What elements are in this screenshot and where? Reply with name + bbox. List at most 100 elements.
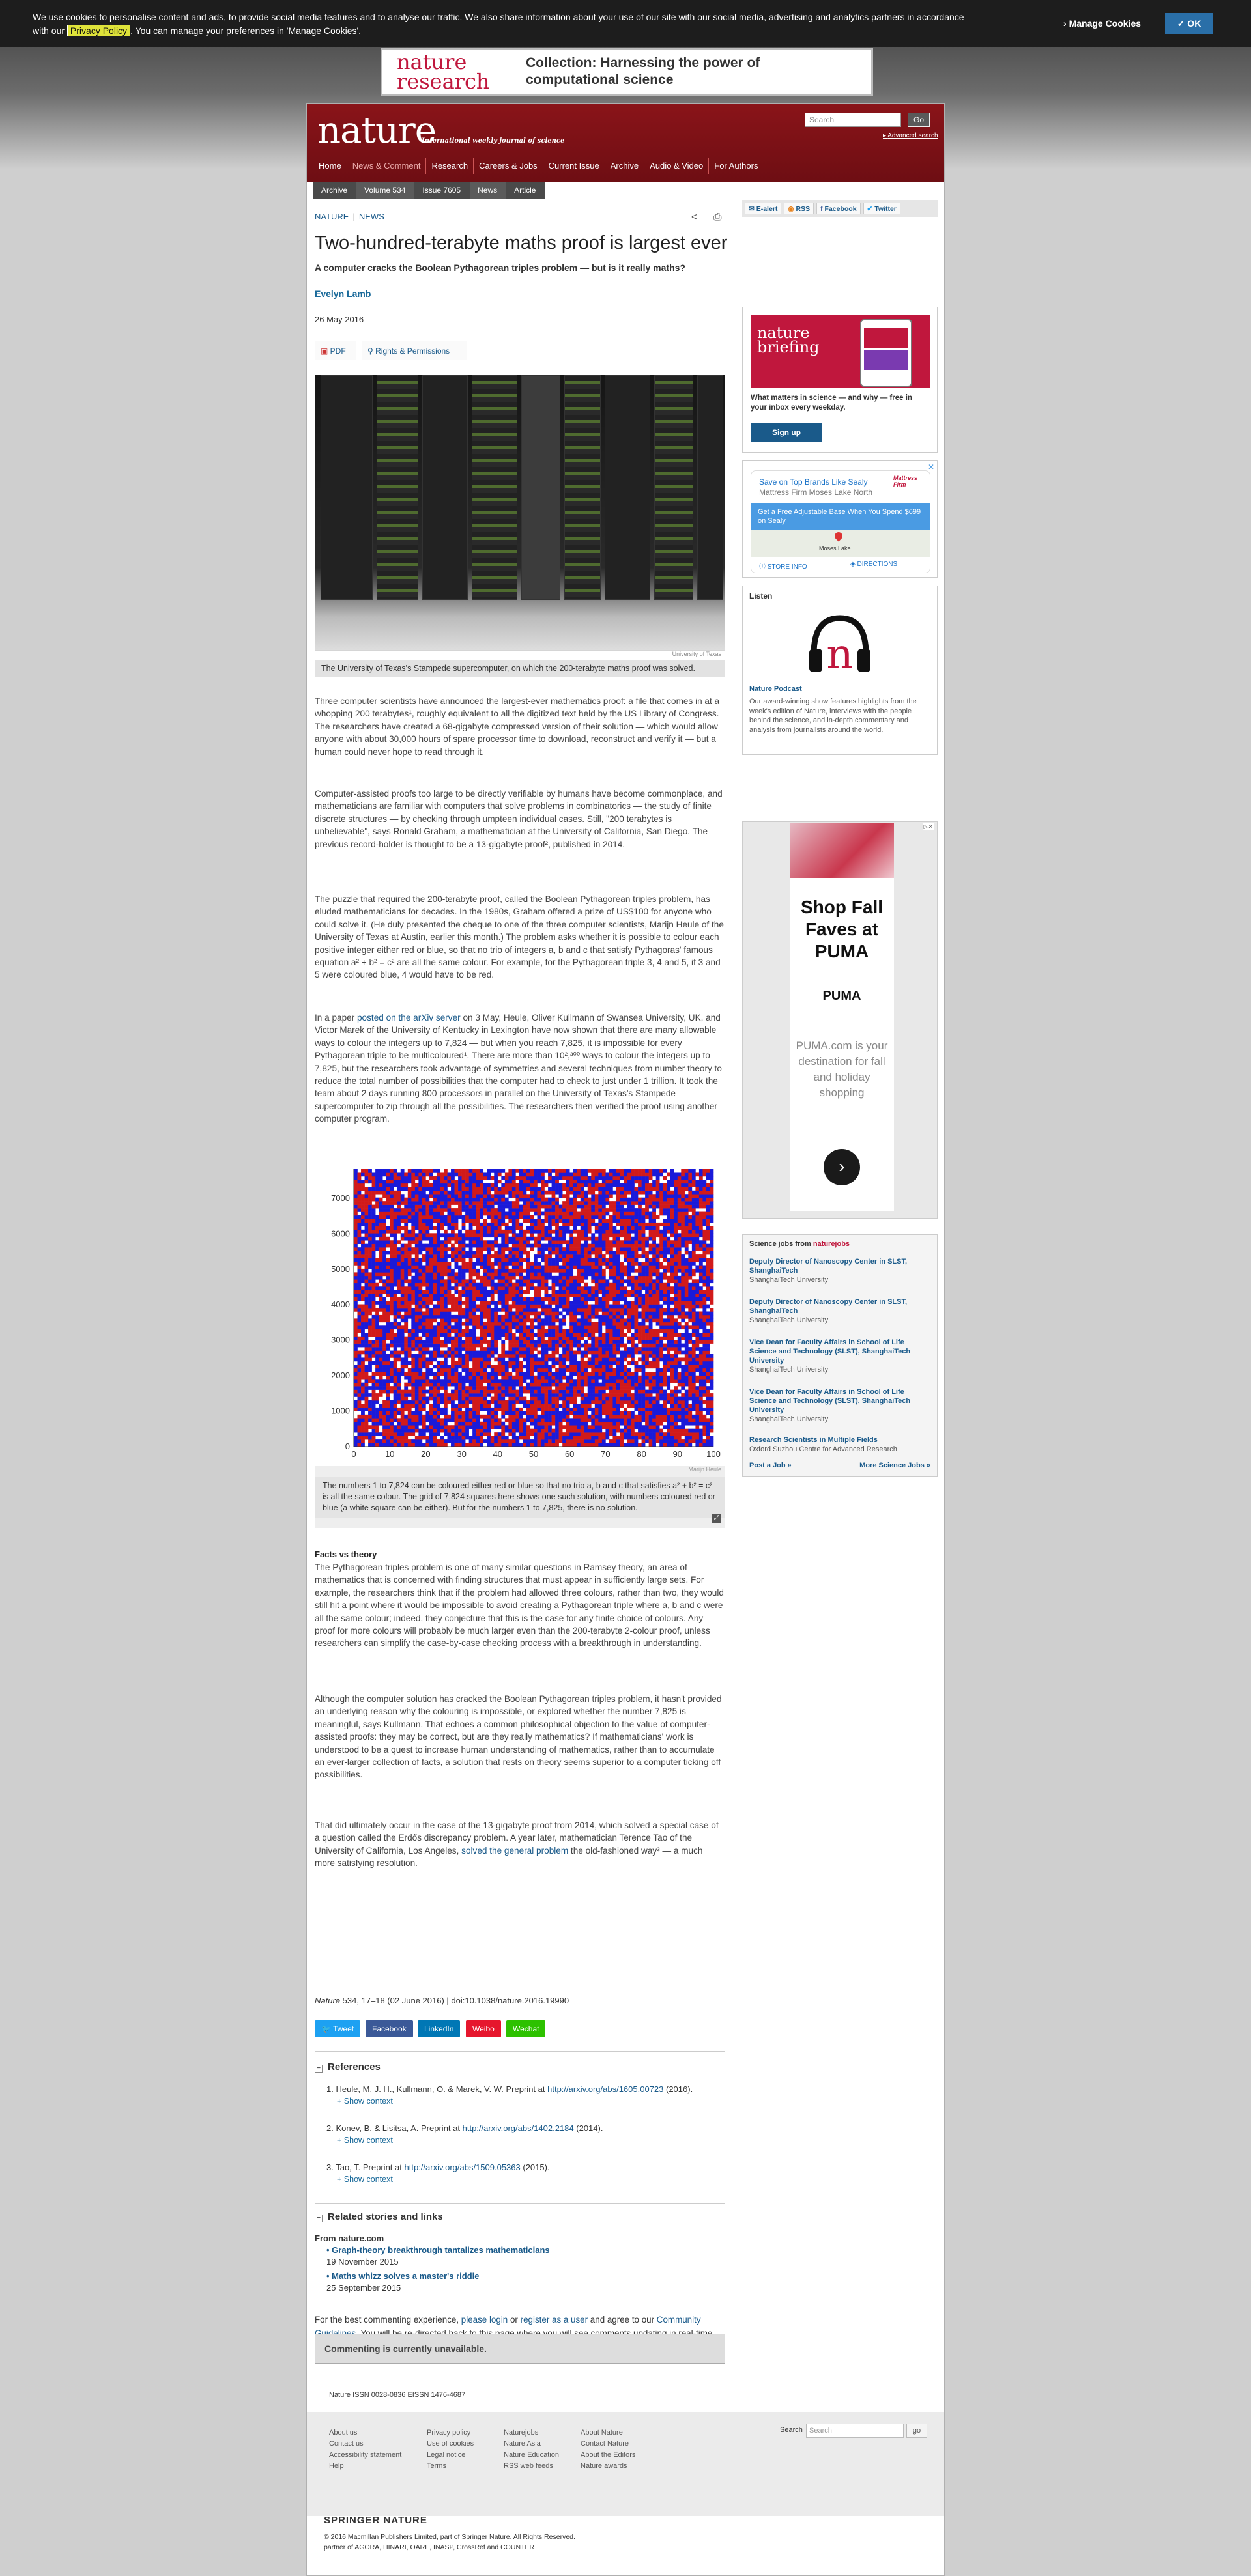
grid-cell: [634, 1325, 639, 1330]
grid-cell: [375, 1340, 379, 1344]
rights-permissions-button[interactable]: ⚲ Rights & Permissions: [362, 341, 467, 360]
breadcrumb-archive[interactable]: Archive: [313, 182, 357, 199]
grid-cell: [551, 1290, 556, 1294]
nav-careers-jobs[interactable]: Careers & Jobs: [474, 158, 543, 174]
nav-for-authors[interactable]: For Authors: [709, 158, 763, 174]
grid-cell: [702, 1282, 707, 1287]
grid-cell: [562, 1282, 566, 1287]
grid-cell: [454, 1414, 459, 1419]
breadcrumb-issue[interactable]: Issue 7605: [414, 182, 470, 199]
grid-cell: [627, 1279, 631, 1284]
grid-cell: [364, 1347, 369, 1351]
grid-cell: [674, 1329, 678, 1333]
grid-cell: [616, 1361, 620, 1365]
grid-cell: [447, 1325, 452, 1330]
grid-cell: [620, 1375, 624, 1380]
grid-cell: [433, 1325, 437, 1330]
grid-cell: [645, 1275, 649, 1280]
author-link[interactable]: Evelyn Lamb: [315, 289, 371, 299]
breadcrumb-volume[interactable]: Volume 534: [356, 182, 415, 199]
grid-cell: [436, 1272, 440, 1277]
grid-cell: [558, 1365, 563, 1369]
grid-cell: [652, 1357, 656, 1362]
grid-cell: [663, 1254, 667, 1258]
grid-cell: [494, 1350, 498, 1355]
grid-cell: [544, 1329, 549, 1333]
nav-news-comment[interactable]: News & Comment: [347, 158, 427, 174]
grid-cell: [710, 1404, 714, 1408]
grid-cell: [461, 1414, 466, 1419]
grid-cell: [620, 1432, 624, 1436]
grid-cell: [591, 1439, 596, 1443]
nav-audio-video[interactable]: Audio & Video: [644, 158, 710, 174]
grid-cell: [487, 1357, 491, 1362]
grid-cell: [375, 1286, 379, 1290]
grid-cell: [598, 1357, 603, 1362]
nav-current-issue[interactable]: Current Issue: [543, 158, 605, 174]
nav-research[interactable]: Research: [426, 158, 474, 174]
grid-cell: [594, 1393, 599, 1397]
nav-archive[interactable]: Archive: [605, 158, 645, 174]
grid-cell: [591, 1382, 596, 1387]
grid-cell: [508, 1400, 513, 1404]
grid-cell: [645, 1400, 649, 1404]
grid-cell: [379, 1361, 383, 1365]
pdf-button[interactable]: ▣ PDF: [315, 341, 356, 360]
top-banner-ad[interactable]: nature research Collection: Harnessing th…: [381, 48, 873, 96]
grid-cell: [659, 1382, 664, 1387]
grid-cell: [407, 1279, 412, 1284]
supercomputer-photo[interactable]: [315, 375, 725, 650]
grid-cell: [390, 1436, 394, 1440]
grid-cell: [526, 1258, 530, 1262]
grid-cell: [537, 1365, 541, 1369]
grid-cell: [659, 1304, 664, 1309]
nature-logo[interactable]: nature: [317, 113, 437, 149]
grid-cell: [511, 1354, 516, 1358]
pythagorean-grid-chart[interactable]: 0 10 20 30 40 50 60 70 80 90 100010002000300040005…: [315, 1160, 725, 1466]
breadcrumb-news[interactable]: News: [470, 182, 507, 199]
kicker-news-link[interactable]: NEWS: [359, 212, 384, 221]
print-icon[interactable]: ⎙: [713, 212, 722, 223]
manage-cookies-link[interactable]: › Manage Cookies: [1063, 18, 1141, 29]
grid-cell: [368, 1432, 372, 1436]
search-input[interactable]: Search: [805, 113, 901, 127]
grid-cell: [638, 1432, 642, 1436]
grid-cell: [544, 1365, 549, 1369]
grid-cell: [631, 1333, 635, 1337]
grid-cell: [411, 1411, 416, 1415]
grid-cell: [451, 1325, 455, 1330]
grid-cell: [710, 1375, 714, 1380]
privacy-policy-link[interactable]: Privacy Policy: [66, 25, 131, 36]
grid-cell: [580, 1343, 584, 1348]
grid-cell: [594, 1425, 599, 1429]
grid-cell: [465, 1372, 469, 1376]
grid-cell: [375, 1343, 379, 1348]
grid-cell: [548, 1340, 552, 1344]
arxiv-link[interactable]: posted on the arXiv server: [357, 1013, 461, 1023]
grid-cell: [511, 1428, 516, 1433]
grid-cell: [702, 1425, 707, 1429]
grid-cell: [354, 1275, 358, 1280]
grid-cell: [620, 1436, 624, 1440]
share-icon[interactable]: <: [691, 212, 697, 223]
grid-cell: [504, 1311, 509, 1316]
grid-cell: [433, 1340, 437, 1344]
grid-cell: [523, 1421, 527, 1426]
grid-cell: [577, 1336, 581, 1340]
grid-cell: [501, 1286, 506, 1290]
grid-cell: [652, 1389, 656, 1394]
grid-cell: [411, 1382, 416, 1387]
grid-cell: [541, 1343, 545, 1348]
cookie-ok-button[interactable]: ✓ OK: [1165, 13, 1213, 34]
search-go-button[interactable]: Go: [908, 113, 930, 127]
grid-cell: [631, 1347, 635, 1351]
grid-cell: [573, 1282, 577, 1287]
grid-cell: [616, 1301, 620, 1305]
grid-cell: [371, 1290, 376, 1294]
kicker-nature-link[interactable]: NATURE: [315, 212, 349, 221]
grid-cell: [710, 1258, 714, 1262]
advanced-search-link[interactable]: ▸ Advanced search: [883, 132, 938, 139]
grid-cell: [511, 1389, 516, 1394]
grid-cell: [487, 1414, 491, 1419]
nav-home[interactable]: Home: [313, 158, 347, 174]
